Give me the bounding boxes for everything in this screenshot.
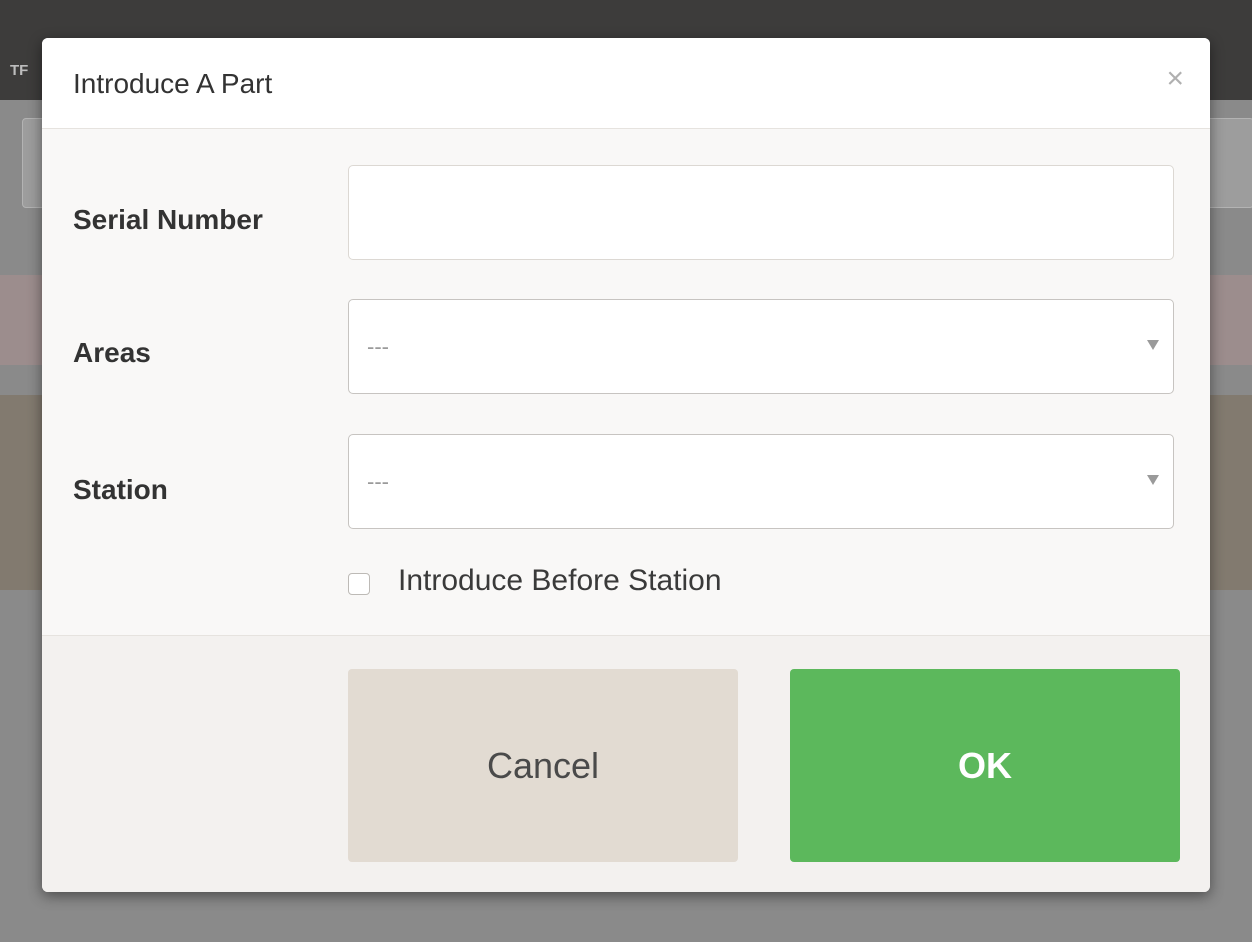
introduce-before-station-label[interactable]: Introduce Before Station (398, 564, 722, 598)
introduce-part-dialog: Introduce A Part × Serial Number Areas -… (42, 38, 1210, 892)
areas-selected-value: --- (367, 334, 389, 359)
serial-number-label: Serial Number (73, 204, 263, 235)
dialog-footer: Cancel OK (42, 635, 1210, 892)
dialog-header: Introduce A Part × (42, 38, 1210, 129)
station-select[interactable]: --- (348, 434, 1174, 529)
close-icon[interactable]: × (1166, 64, 1184, 94)
introduce-before-station-checkbox[interactable] (348, 573, 370, 595)
station-selected-value: --- (367, 469, 389, 494)
serial-number-input[interactable] (348, 165, 1174, 260)
station-label: Station (73, 474, 168, 505)
dialog-title: Introduce A Part (73, 68, 273, 99)
cancel-button[interactable]: Cancel (348, 669, 738, 862)
ok-button[interactable]: OK (790, 669, 1180, 862)
background-title-fragment: TF (10, 62, 29, 79)
areas-select[interactable]: --- (348, 299, 1174, 394)
chevron-down-icon (1147, 340, 1159, 350)
chevron-down-icon (1147, 475, 1159, 485)
areas-label: Areas (73, 337, 151, 368)
